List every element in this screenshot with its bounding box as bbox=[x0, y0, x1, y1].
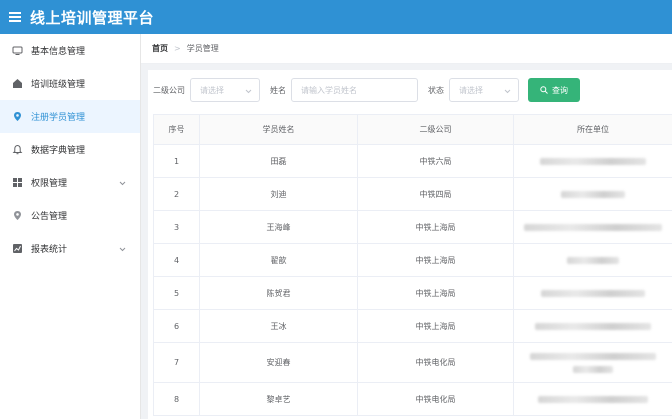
row-student-name: 翟歆 bbox=[199, 243, 358, 277]
grid-icon bbox=[12, 177, 23, 188]
sidebar-item-label: 权限管理 bbox=[31, 179, 68, 189]
row-student-name: 安迎春 bbox=[199, 342, 358, 383]
company-filter-label: 二级公司 bbox=[153, 85, 185, 95]
query-button-label: 查询 bbox=[552, 85, 568, 95]
status-filter-label: 状态 bbox=[428, 85, 444, 95]
row-unit-redacted bbox=[513, 210, 672, 244]
sidebar-item-data-dictionary[interactable]: 数据字典管理 bbox=[0, 133, 140, 166]
sidebar-item-basic-info[interactable]: 基本信息管理 bbox=[0, 34, 140, 67]
row-unit-redacted bbox=[513, 342, 672, 383]
breadcrumb-current: 学员管理 bbox=[186, 44, 219, 53]
breadcrumb-separator: > bbox=[174, 44, 181, 53]
row-student-name: 黎卓艺 bbox=[199, 382, 358, 416]
row-unit-redacted bbox=[513, 243, 672, 277]
row-student-name: 陈贺君 bbox=[199, 276, 358, 310]
row-index: 2 bbox=[153, 177, 200, 211]
sidebar: 基本信息管理 培训班级管理 注册学员管理 数据字典管理 权限管理 公告管理 报表… bbox=[0, 34, 141, 419]
sidebar-item-label: 报表统计 bbox=[31, 245, 68, 255]
column-header-name: 学员姓名 bbox=[199, 114, 358, 145]
chevron-down-icon bbox=[245, 87, 252, 96]
status-select[interactable]: 请选择 bbox=[449, 78, 519, 102]
chevron-down-icon bbox=[504, 87, 511, 96]
row-company: 中铁四局 bbox=[357, 177, 514, 211]
sidebar-item-reports[interactable]: 报表统计 bbox=[0, 232, 140, 265]
top-header: 线上培训管理平台 bbox=[0, 0, 672, 34]
row-index: 8 bbox=[153, 382, 200, 416]
table-header-row: 序号 学员姓名 二级公司 所在单位 bbox=[153, 114, 672, 145]
row-company: 中铁上海局 bbox=[357, 276, 514, 310]
breadcrumb: 首页 > 学员管理 bbox=[141, 34, 672, 64]
sidebar-item-permissions[interactable]: 权限管理 bbox=[0, 166, 140, 199]
query-button[interactable]: 查询 bbox=[528, 78, 580, 102]
row-unit-redacted bbox=[513, 382, 672, 416]
megaphone-icon bbox=[12, 210, 23, 221]
row-index: 1 bbox=[153, 144, 200, 178]
chevron-down-icon bbox=[119, 179, 126, 189]
students-table: 序号 学员姓名 二级公司 所在单位 1 田磊 中铁六局 2 刘迪 中铁四局 3 … bbox=[153, 114, 672, 419]
location-pin-icon bbox=[12, 111, 23, 122]
sidebar-item-label: 培训班级管理 bbox=[31, 80, 86, 90]
row-company: 中铁上海局 bbox=[357, 210, 514, 244]
table-row[interactable]: 3 王海峰 中铁上海局 bbox=[153, 210, 672, 244]
chevron-down-icon bbox=[119, 245, 126, 255]
name-filter-label: 姓名 bbox=[270, 85, 286, 95]
main-content: 二级公司 请选择 姓名 请输入学员姓名 状态 请选择 查询 序号 学员姓名 二级… bbox=[148, 70, 672, 419]
row-student-name: 王冰 bbox=[199, 309, 358, 343]
filter-bar: 二级公司 请选择 姓名 请输入学员姓名 状态 请选择 查询 bbox=[148, 70, 672, 110]
row-index: 5 bbox=[153, 276, 200, 310]
table-row[interactable]: 6 王冰 中铁上海局 bbox=[153, 309, 672, 343]
hamburger-icon[interactable] bbox=[0, 0, 30, 34]
table-row[interactable]: 8 黎卓艺 中铁电化局 bbox=[153, 382, 672, 416]
student-name-placeholder: 请输入学员姓名 bbox=[301, 85, 357, 95]
company-select[interactable]: 请选择 bbox=[190, 78, 260, 102]
row-student-name: 田磊 bbox=[199, 144, 358, 178]
sidebar-item-label: 公告管理 bbox=[31, 212, 68, 222]
column-header-unit: 所在单位 bbox=[513, 114, 672, 145]
sidebar-item-announcements[interactable]: 公告管理 bbox=[0, 199, 140, 232]
row-unit-redacted bbox=[513, 276, 672, 310]
column-header-company: 二级公司 bbox=[357, 114, 514, 145]
row-index: 4 bbox=[153, 243, 200, 277]
monitor-icon bbox=[12, 45, 23, 56]
sidebar-item-label: 数据字典管理 bbox=[31, 146, 86, 156]
table-row[interactable]: 7 安迎春 中铁电化局 bbox=[153, 342, 672, 383]
row-company: 中铁六局 bbox=[357, 144, 514, 178]
row-unit-redacted bbox=[513, 144, 672, 178]
table-row[interactable]: 5 陈贺君 中铁上海局 bbox=[153, 276, 672, 310]
table-row[interactable]: 2 刘迪 中铁四局 bbox=[153, 177, 672, 211]
sidebar-item-training-class[interactable]: 培训班级管理 bbox=[0, 67, 140, 100]
row-index: 3 bbox=[153, 210, 200, 244]
status-select-placeholder: 请选择 bbox=[459, 85, 483, 95]
row-company: 中铁电化局 bbox=[357, 342, 514, 383]
search-icon bbox=[540, 86, 548, 94]
breadcrumb-home[interactable]: 首页 bbox=[152, 43, 168, 54]
row-unit-redacted bbox=[513, 177, 672, 211]
sidebar-item-label: 注册学员管理 bbox=[31, 113, 86, 123]
row-company: 中铁上海局 bbox=[357, 309, 514, 343]
table-row[interactable]: 4 翟歆 中铁上海局 bbox=[153, 243, 672, 277]
row-index: 7 bbox=[153, 342, 200, 383]
row-unit-redacted bbox=[513, 309, 672, 343]
sidebar-item-label: 基本信息管理 bbox=[31, 47, 86, 57]
row-company: 中铁电化局 bbox=[357, 382, 514, 416]
chart-icon bbox=[12, 243, 23, 254]
table-row[interactable]: 1 田磊 中铁六局 bbox=[153, 144, 672, 178]
row-student-name: 刘迪 bbox=[199, 177, 358, 211]
company-select-placeholder: 请选择 bbox=[200, 85, 224, 95]
bell-icon bbox=[12, 144, 23, 155]
row-index: 6 bbox=[153, 309, 200, 343]
app-title: 线上培训管理平台 bbox=[30, 8, 155, 27]
classroom-icon bbox=[12, 78, 23, 89]
sidebar-item-registered-students[interactable]: 注册学员管理 bbox=[0, 100, 140, 133]
row-student-name: 王海峰 bbox=[199, 210, 358, 244]
student-name-input[interactable]: 请输入学员姓名 bbox=[291, 78, 418, 102]
column-header-index: 序号 bbox=[153, 114, 200, 145]
row-company: 中铁上海局 bbox=[357, 243, 514, 277]
